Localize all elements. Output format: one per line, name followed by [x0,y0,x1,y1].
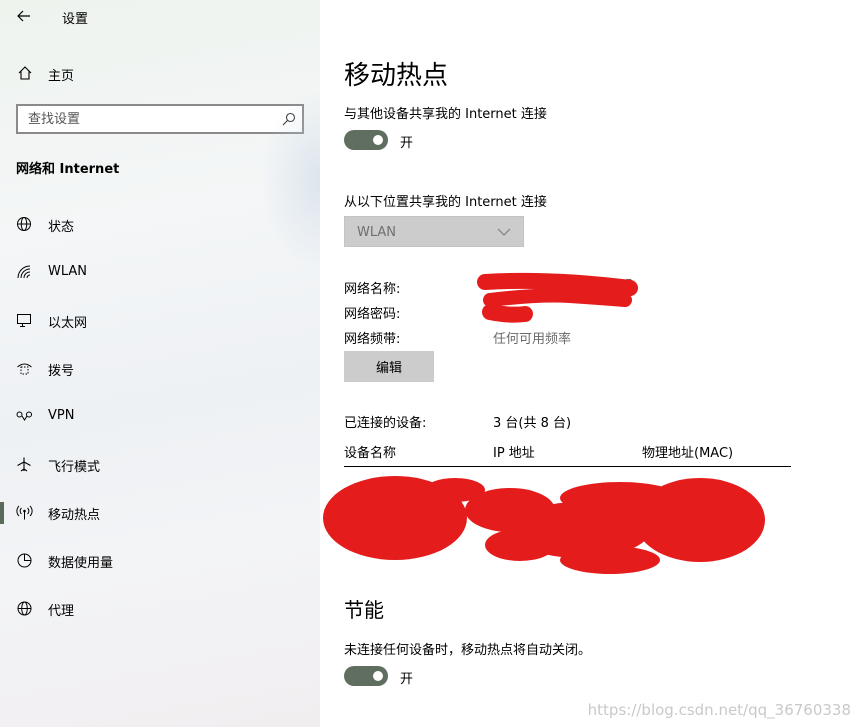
wifi-icon [17,265,31,279]
globe-proxy-icon [17,601,32,616]
toggle-knob [373,135,383,145]
main-panel: 移动热点 与其他设备共享我的 Internet 连接 开 从以下位置共享我的 I… [320,0,861,727]
power-saving-desc: 未连接任何设备时，移动热点将自动关闭。 [344,643,592,658]
sidebar-item-label: 移动热点 [48,508,101,523]
sidebar-item-label: 数据使用量 [48,556,114,571]
home-icon [18,66,32,80]
select-value: WLAN [357,225,397,240]
vpn-icon [16,411,32,421]
sidebar-item-label: 飞行模式 [48,460,101,475]
section-title: 网络和 Internet [16,162,120,177]
sidebar-item-hotspot[interactable]: 移动热点 [0,492,320,532]
sidebar-item-dialup[interactable]: 拨号 [0,348,320,388]
share-label: 与其他设备共享我的 Internet 连接 [344,107,547,122]
sidebar: 设置 主页 网络和 Internet 状态 WLAN 以 [0,0,320,727]
toggle-knob [373,671,383,681]
connected-devices-label: 已连接的设备: [344,416,427,431]
power-saving-toggle[interactable] [344,666,388,686]
share-toggle[interactable] [344,130,388,150]
title-bar: 设置 [0,0,320,32]
globe-status-icon [17,217,31,231]
sidebar-item-label: WLAN [48,264,88,279]
page-title: 移动热点 [344,61,449,91]
network-name-value: 3755 [600,278,634,293]
sidebar-item-home[interactable]: 主页 [0,58,320,88]
sidebar-item-ethernet[interactable]: 以太网 [0,300,320,340]
column-header-device-name: 设备名称 [344,446,397,461]
share-toggle-text: 开 [400,136,414,151]
data-usage-icon [17,553,32,568]
sidebar-item-label: 以太网 [48,316,88,331]
search-icon[interactable] [282,112,296,126]
network-band-value: 任何可用频率 [493,332,572,347]
power-toggle-text: 开 [400,672,414,687]
edit-button[interactable]: 编辑 [344,351,434,382]
sidebar-item-wlan[interactable]: WLAN [0,252,320,292]
chevron-down-icon [497,228,511,236]
network-band-label: 网络频带: [344,332,401,347]
ethernet-icon [17,314,31,327]
sidebar-item-data-usage[interactable]: 数据使用量 [0,540,320,580]
airplane-icon [17,457,31,472]
power-saving-title: 节能 [344,598,384,622]
active-indicator [0,502,4,524]
sidebar-item-status[interactable]: 状态 [0,204,320,244]
back-arrow-icon [17,10,30,22]
sidebar-item-label: 主页 [48,69,75,84]
dialup-icon [17,363,32,375]
column-header-ip: IP 地址 [493,446,535,461]
sidebar-item-airplane[interactable]: 飞行模式 [0,444,320,484]
network-password-label: 网络密码: [344,307,401,322]
search-box[interactable] [16,104,304,134]
share-from-label: 从以下位置共享我的 Internet 连接 [344,195,547,210]
search-input[interactable] [18,106,268,132]
back-button[interactable] [10,4,38,28]
sidebar-item-label: 拨号 [48,364,75,379]
table-divider [344,466,791,467]
network-name-label: 网络名称: [344,282,401,297]
column-header-mac: 物理地址(MAC) [642,446,734,461]
sidebar-item-label: 状态 [48,220,75,235]
sidebar-item-label: VPN [48,408,75,423]
hotspot-icon [16,505,33,520]
connected-devices-count: 3 台(共 8 台) [493,416,572,431]
share-from-select[interactable]: WLAN [344,216,524,247]
window-title: 设置 [62,12,89,27]
sidebar-item-label: 代理 [48,604,75,619]
watermark: https://blog.csdn.net/qq_36760338 [587,701,851,719]
sidebar-item-vpn[interactable]: VPN [0,396,320,436]
sidebar-item-proxy[interactable]: 代理 [0,588,320,628]
